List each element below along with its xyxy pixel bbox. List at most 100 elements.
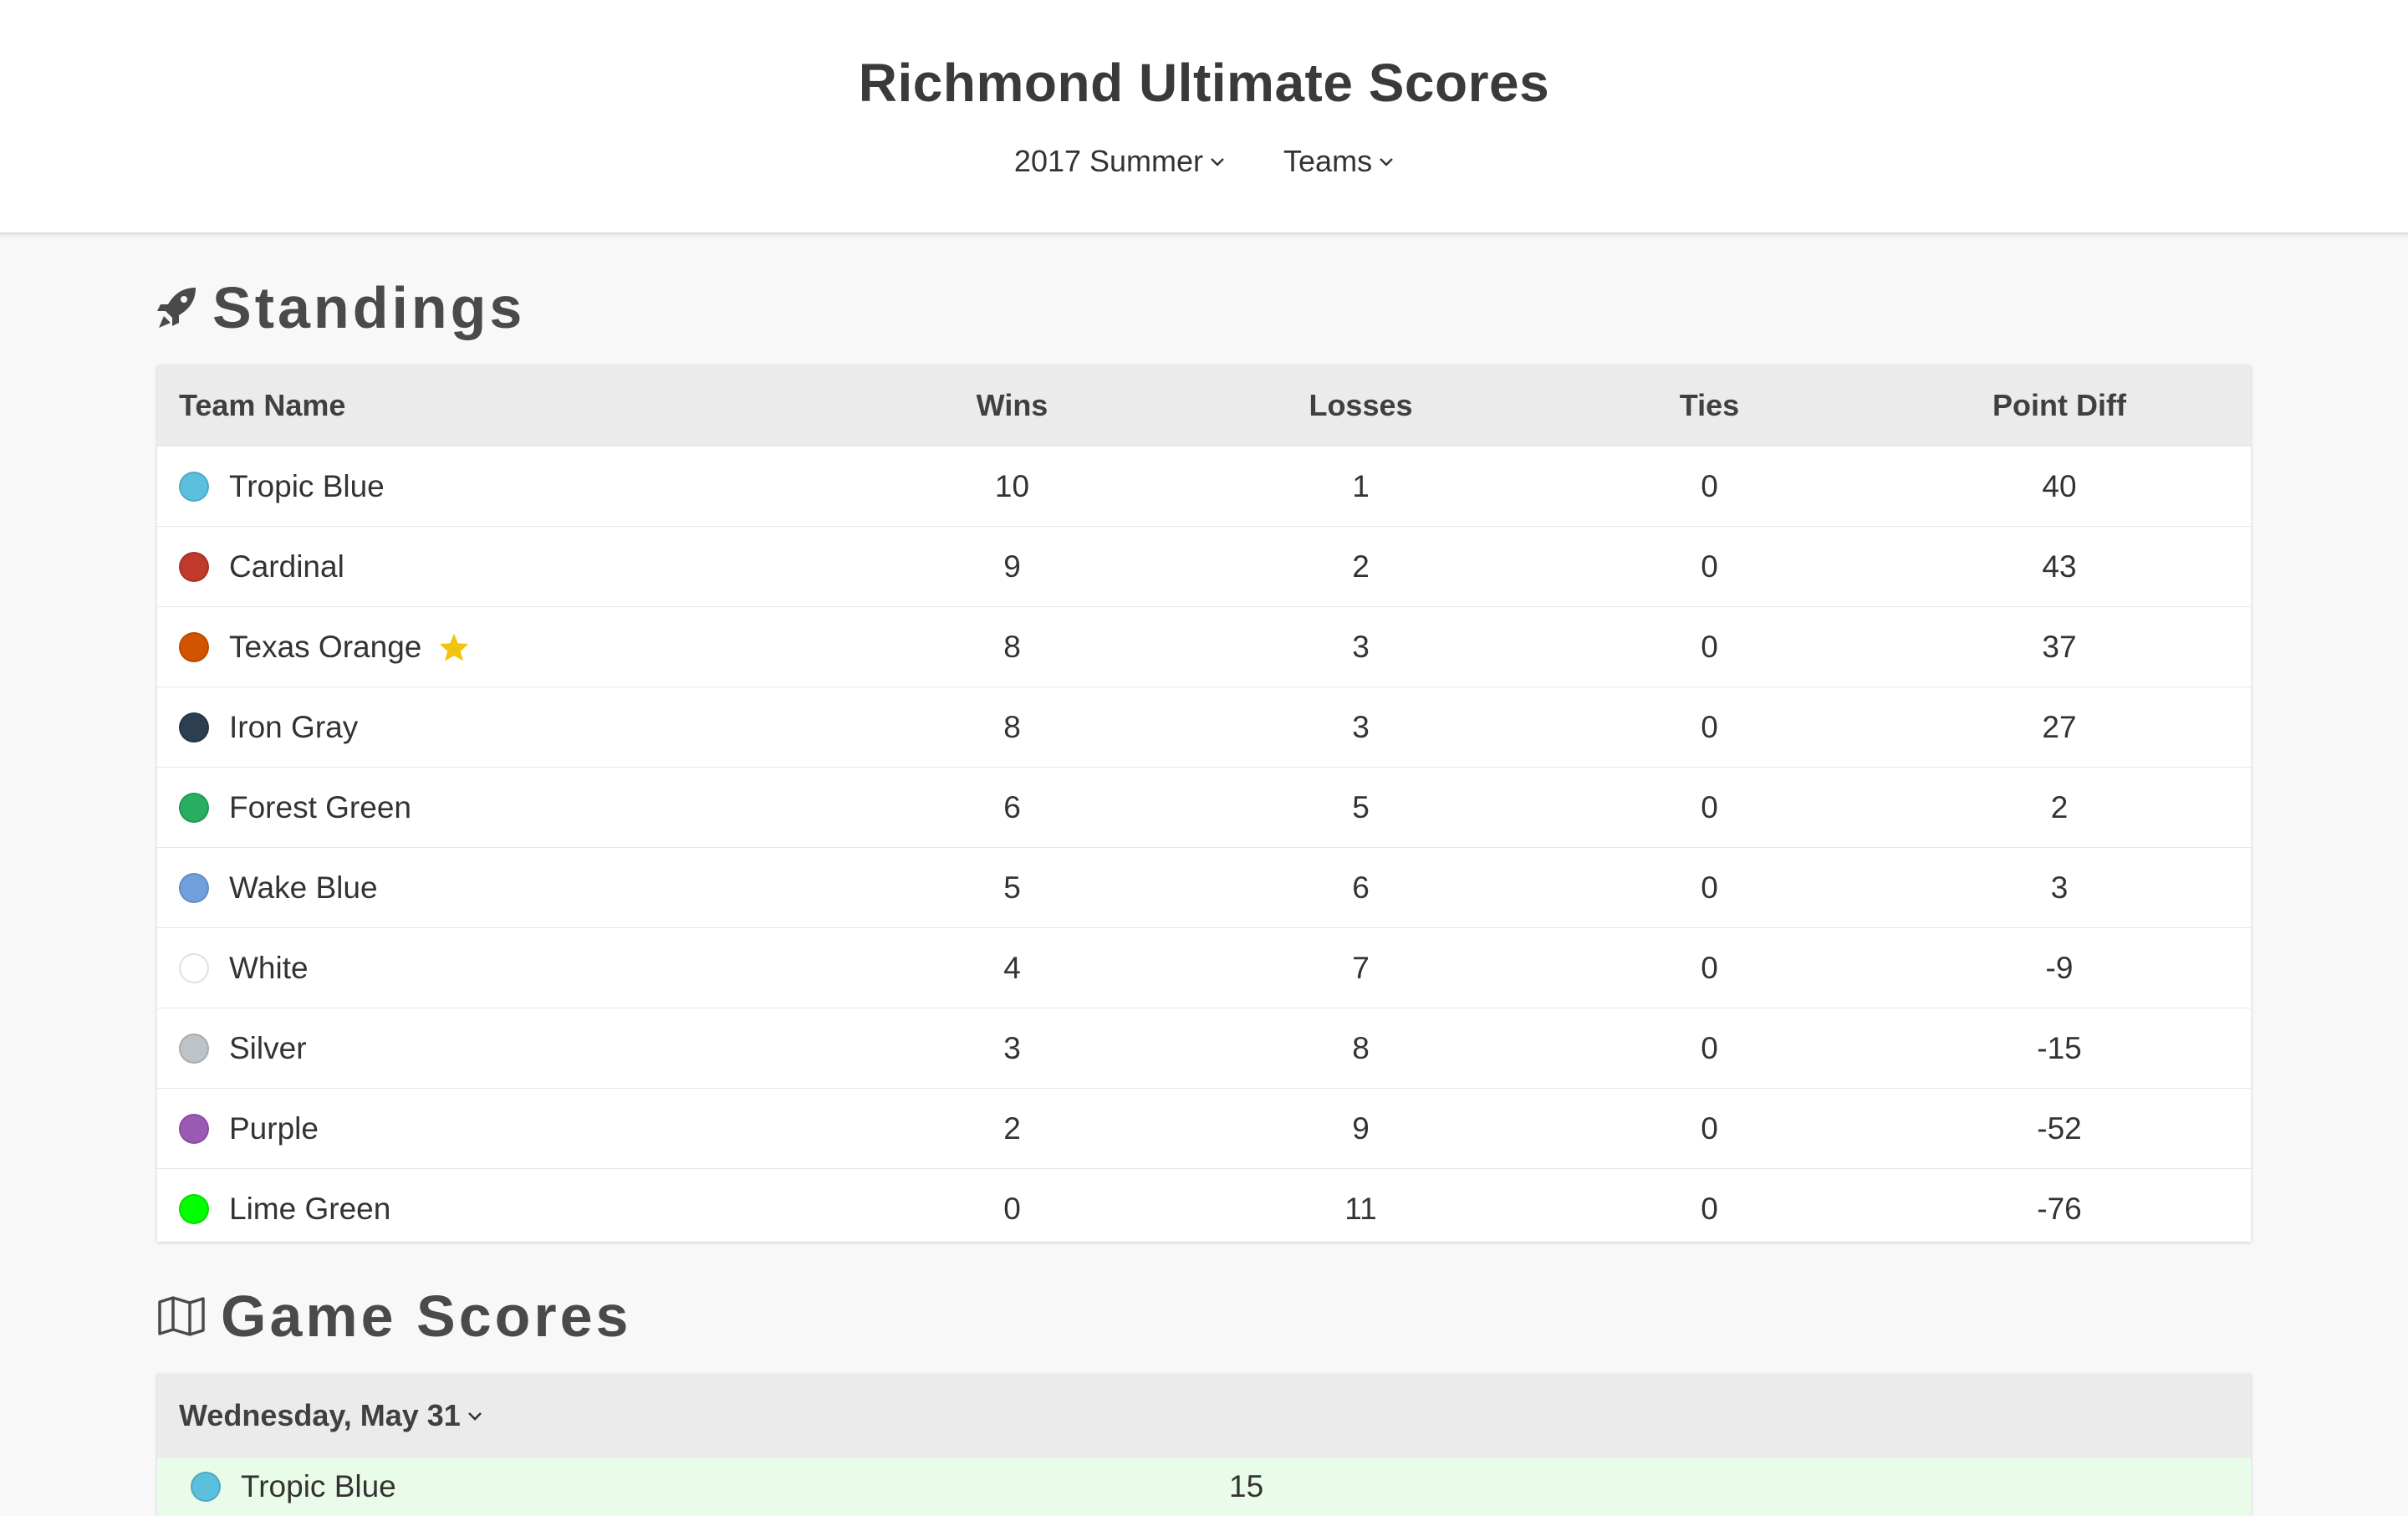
team-name-cell: Forest Green (157, 790, 838, 825)
point-diff-cell: -15 (2037, 1030, 2082, 1065)
team-color-dot (191, 1472, 221, 1502)
team-name-cell: Cardinal (157, 549, 838, 584)
ties-cell: 0 (1701, 1191, 1718, 1226)
column-header-losses[interactable]: Losses (1186, 388, 1535, 423)
team-name-cell: White (157, 951, 838, 986)
table-row[interactable]: Cardinal 9 2 0 43 (157, 526, 2251, 606)
game-score: 15 (1229, 1469, 1264, 1503)
point-diff-cell: 27 (2042, 709, 2077, 744)
point-diff-cell: 43 (2042, 549, 2077, 584)
chevron-down-icon (467, 1408, 482, 1423)
team-name-cell: Wake Blue (157, 870, 838, 906)
losses-cell: 3 (1352, 629, 1370, 664)
team-color-dot (179, 952, 209, 983)
team-color-dot (179, 792, 209, 823)
team-name-link[interactable]: Lime Green (229, 1192, 390, 1227)
table-row[interactable]: Tropic Blue 10 1 0 40 (157, 446, 2251, 526)
game-scores-table: Wednesday, May 31 Tropic Blue 15 (157, 1374, 2251, 1516)
table-row[interactable]: Texas Orange 8 3 0 37 (157, 606, 2251, 687)
team-name-cell: Texas Orange (157, 630, 838, 665)
game-team-name[interactable]: Tropic Blue (241, 1469, 396, 1504)
site-header: Richmond Ultimate Scores 2017 Summer Tea… (0, 0, 2408, 234)
team-name-link[interactable]: Tropic Blue (229, 469, 385, 504)
team-name-cell: Tropic Blue (157, 469, 838, 504)
standings-title: Standings (212, 275, 526, 340)
standings-heading: Standings (157, 274, 525, 341)
standings-table: Team Name Wins Losses Ties Point Diff Tr… (157, 365, 2251, 1242)
ties-cell: 0 (1701, 549, 1718, 584)
season-dropdown-label: 2017 Summer (1013, 144, 1204, 178)
game-row[interactable]: Tropic Blue 15 (157, 1457, 2251, 1516)
team-color-dot (179, 1113, 209, 1144)
star-icon (438, 632, 470, 662)
point-diff-cell: 3 (2050, 870, 2069, 905)
team-name-cell: Lime Green (157, 1192, 838, 1227)
column-header-team-name[interactable]: Team Name (157, 388, 838, 423)
column-header-point-diff[interactable]: Point Diff (1884, 388, 2235, 423)
game-scores-title: Game Scores (221, 1284, 632, 1349)
standings-header-row: Team Name Wins Losses Ties Point Diff (157, 365, 2251, 446)
losses-cell: 11 (1344, 1191, 1377, 1226)
team-color-dot (179, 471, 209, 502)
wins-cell: 8 (1003, 629, 1021, 664)
losses-cell: 8 (1352, 1030, 1370, 1065)
point-diff-cell: 40 (2042, 468, 2077, 503)
losses-cell: 2 (1352, 549, 1370, 584)
team-color-dot (179, 631, 209, 662)
date-group-toggle[interactable]: Wednesday, May 31 (157, 1374, 2251, 1457)
table-row[interactable]: Silver 3 8 0 -15 (157, 1008, 2251, 1088)
team-name-link[interactable]: White (229, 951, 309, 986)
ties-cell: 0 (1701, 1110, 1718, 1146)
map-icon (157, 1295, 206, 1337)
team-name-link[interactable]: Silver (229, 1031, 307, 1066)
team-name-link[interactable]: Cardinal (229, 549, 344, 584)
team-name-link[interactable]: Wake Blue (229, 870, 378, 906)
team-color-dot (179, 712, 209, 743)
team-name-link[interactable]: Texas Orange (229, 630, 421, 665)
table-row[interactable]: Wake Blue 5 6 0 3 (157, 847, 2251, 927)
season-dropdown[interactable]: 2017 Summer (1014, 144, 1225, 179)
ties-cell: 0 (1701, 1030, 1718, 1065)
table-row[interactable]: Purple 2 9 0 -52 (157, 1088, 2251, 1168)
rocket-icon (157, 286, 197, 329)
wins-cell: 10 (994, 468, 1030, 503)
team-name-link[interactable]: Purple (229, 1111, 319, 1146)
team-color-dot (179, 1033, 209, 1064)
table-row[interactable]: Forest Green 6 5 0 2 (157, 767, 2251, 847)
date-label: Wednesday, May 31 (179, 1398, 461, 1432)
wins-cell: 2 (1003, 1110, 1021, 1146)
team-name-link[interactable]: Iron Gray (229, 710, 358, 745)
wins-cell: 5 (1003, 870, 1021, 905)
losses-cell: 6 (1352, 870, 1370, 905)
losses-cell: 3 (1352, 709, 1370, 744)
column-header-wins[interactable]: Wins (838, 388, 1186, 423)
ties-cell: 0 (1701, 789, 1718, 824)
games-body: Tropic Blue 15 (157, 1457, 2251, 1516)
game-scores-heading: Game Scores (157, 1283, 631, 1350)
wins-cell: 6 (1003, 789, 1021, 824)
team-name-cell: Silver (157, 1031, 838, 1066)
column-header-ties[interactable]: Ties (1535, 388, 1884, 423)
wins-cell: 8 (1003, 709, 1021, 744)
teams-dropdown[interactable]: Teams (1283, 144, 1394, 179)
ties-cell: 0 (1701, 709, 1718, 744)
chevron-down-icon (1210, 154, 1225, 169)
team-color-dot (179, 1193, 209, 1224)
point-diff-cell: -52 (2037, 1110, 2082, 1146)
ties-cell: 0 (1701, 468, 1718, 503)
table-row[interactable]: White 4 7 0 -9 (157, 927, 2251, 1008)
top-nav: 2017 Summer Teams (0, 144, 2408, 179)
losses-cell: 7 (1352, 950, 1370, 985)
losses-cell: 1 (1352, 468, 1370, 503)
point-diff-cell: 2 (2050, 789, 2069, 824)
wins-cell: 3 (1003, 1030, 1021, 1065)
ties-cell: 0 (1701, 950, 1718, 985)
team-name-cell: Purple (157, 1111, 838, 1146)
table-row[interactable]: Iron Gray 8 3 0 27 (157, 687, 2251, 767)
team-name-cell: Iron Gray (157, 710, 838, 745)
losses-cell: 5 (1352, 789, 1370, 824)
team-name-link[interactable]: Forest Green (229, 790, 411, 825)
table-row[interactable]: Lime Green 0 11 0 -76 (157, 1168, 2251, 1248)
site-title[interactable]: Richmond Ultimate Scores (0, 52, 2408, 114)
point-diff-cell: -9 (2045, 950, 2074, 985)
